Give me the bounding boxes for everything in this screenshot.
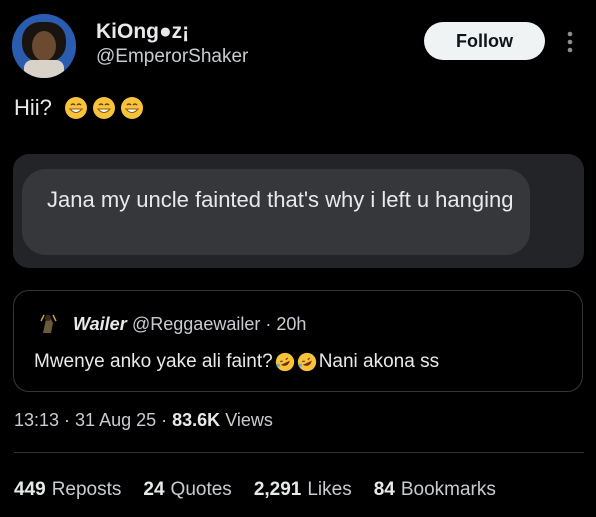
quote-text: Mwenye anko yake ali faint? Nani akona s… (34, 351, 439, 373)
tweet-text: Hii? (14, 95, 144, 121)
divider (14, 452, 584, 453)
likes-count: 2,291 (253, 479, 302, 500)
follow-button[interactable]: Follow (424, 22, 545, 60)
quote-text-body: Mwenye anko yake ali faint? (34, 351, 273, 372)
quote-avatar[interactable] (35, 311, 61, 337)
bookmarks-count: 84 (373, 479, 395, 500)
bookmarks-stat[interactable]: 84 Bookmarks (374, 479, 496, 501)
grin-sweat-emoji-icon (64, 97, 87, 119)
user-handle[interactable]: @EmperorShaker (96, 46, 248, 68)
reposts-count: 449 (14, 479, 46, 500)
tweet-text-body: Hii? (14, 95, 52, 120)
rofl-emoji-icon (275, 352, 294, 372)
bookmarks-label: Bookmarks (400, 479, 496, 500)
quotes-label: Quotes (170, 479, 232, 500)
tweet-meta: 13:13 · 31 Aug 25 · 83.6K Views (14, 410, 273, 430)
views-label: Views (225, 410, 273, 430)
engagement-stats: 449 Reposts 24 Quotes 2,291 Likes 84 Bookmar… (14, 479, 496, 501)
tweet-time[interactable]: 13:13 (14, 410, 59, 430)
quote-author-name[interactable]: Wailer (73, 314, 127, 335)
reposts-stat[interactable]: 449 Reposts (14, 479, 121, 501)
quotes-count: 24 (143, 479, 165, 500)
avatar[interactable] (12, 14, 76, 78)
likes-label: Likes (307, 479, 352, 500)
display-name[interactable]: KiOng●z¡ (96, 20, 189, 44)
more-options-icon[interactable] (562, 28, 578, 56)
reposts-label: Reposts (51, 479, 122, 500)
chat-message: Jana my uncle fainted that's why i left … (47, 187, 514, 212)
tweet-date[interactable]: 31 Aug 25 (75, 410, 156, 430)
quote-tweet-card[interactable] (13, 290, 583, 392)
views-count: 83.6K (172, 410, 221, 430)
grin-sweat-emoji-icon (92, 97, 115, 119)
grin-sweat-emoji-icon (120, 97, 143, 119)
quotes-stat[interactable]: 24 Quotes (143, 479, 231, 501)
quote-text-trailing: Nani akona ss (318, 351, 440, 372)
quote-author-handle[interactable]: @Reggaewailer · 20h (132, 314, 306, 335)
rofl-emoji-icon (297, 352, 316, 372)
likes-stat[interactable]: 2,291 Likes (254, 479, 352, 501)
